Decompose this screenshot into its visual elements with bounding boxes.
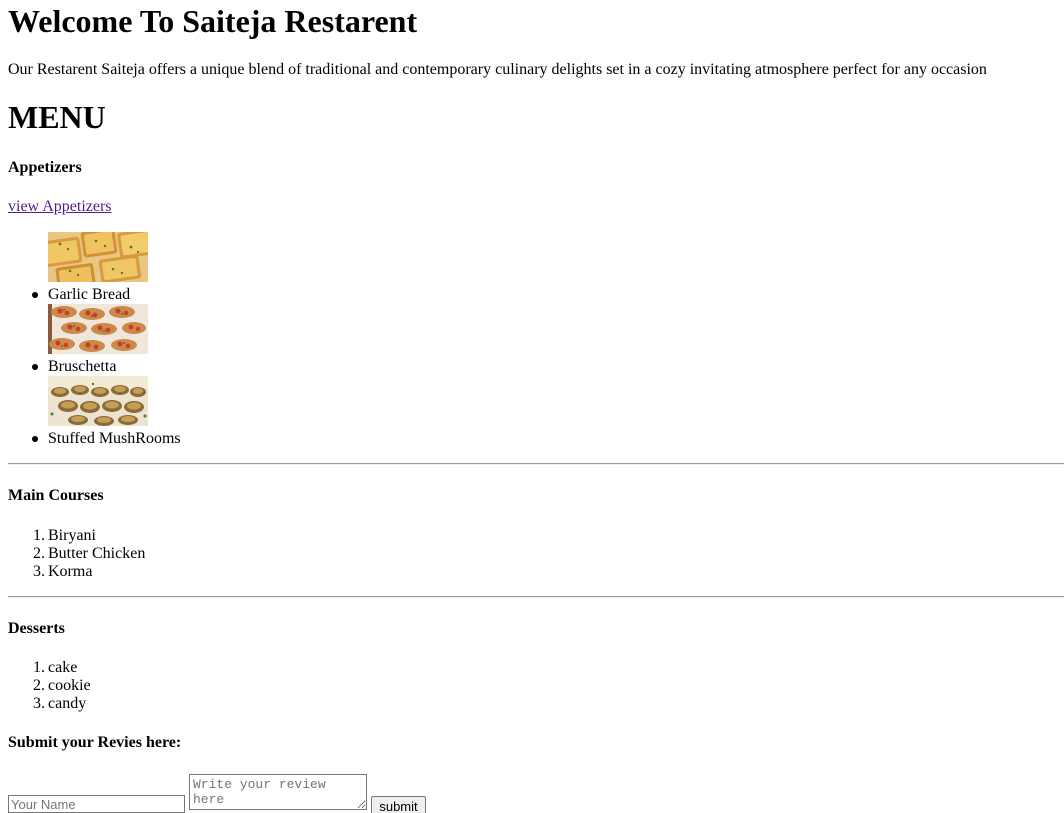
view-appetizers-link[interactable]: view Appetizers	[8, 198, 112, 216]
name-input[interactable]	[8, 795, 185, 813]
list-number: 3.	[33, 695, 45, 712]
intro-text: Our Restarent Saiteja offers a unique bl…	[8, 61, 987, 78]
review-heading: Submit your Revies here:	[8, 734, 182, 751]
bullet-icon	[32, 292, 38, 298]
divider	[8, 463, 1064, 465]
list-item-label: cake	[48, 659, 78, 676]
submit-button[interactable]: submit	[371, 796, 426, 813]
list-item-butter-chicken: 2. Butter Chicken	[33, 545, 146, 563]
list-number: 1.	[33, 527, 45, 544]
list-number: 1.	[33, 659, 45, 676]
review-textarea[interactable]	[189, 774, 367, 810]
list-item-label: Garlic Bread	[48, 286, 131, 303]
list-number: 2.	[33, 677, 45, 694]
list-item-cookie: 2. cookie	[33, 677, 91, 695]
list-item-stuffed-mushrooms: Stuffed MushRooms	[32, 376, 348, 448]
list-item-cake: 1. cake	[33, 659, 78, 677]
appetizers-heading: Appetizers	[8, 159, 82, 176]
bullet-icon	[32, 436, 38, 442]
list-item-label: Bruschetta	[48, 358, 117, 375]
list-item-biryani: 1. Biryani	[33, 527, 96, 545]
list-item-label: Stuffed MushRooms	[48, 430, 181, 447]
list-number: 3.	[33, 563, 45, 580]
divider	[8, 596, 1064, 598]
list-number: 2.	[33, 545, 45, 562]
menu-heading: MENU	[8, 99, 106, 135]
list-item-bruschetta: Bruschetta	[32, 304, 348, 376]
desserts-heading: Desserts	[8, 620, 65, 637]
stuffed-mushrooms-image	[48, 376, 148, 426]
list-item-garlic-bread: Garlic Bread	[32, 232, 348, 304]
page-title: Welcome To Saiteja Restarent	[8, 3, 418, 39]
bullet-icon	[32, 364, 38, 370]
list-item-label: Korma	[48, 563, 93, 580]
list-item-label: Butter Chicken	[48, 545, 146, 562]
list-item-label: candy	[48, 695, 87, 712]
list-item-label: Biryani	[48, 527, 96, 544]
list-item-label: cookie	[48, 677, 91, 694]
list-item-korma: 3. Korma	[33, 563, 93, 581]
bruschetta-image	[48, 304, 148, 354]
list-item-candy: 3. candy	[33, 695, 87, 713]
garlic-bread-image	[48, 232, 148, 282]
main-courses-heading: Main Courses	[8, 487, 104, 504]
